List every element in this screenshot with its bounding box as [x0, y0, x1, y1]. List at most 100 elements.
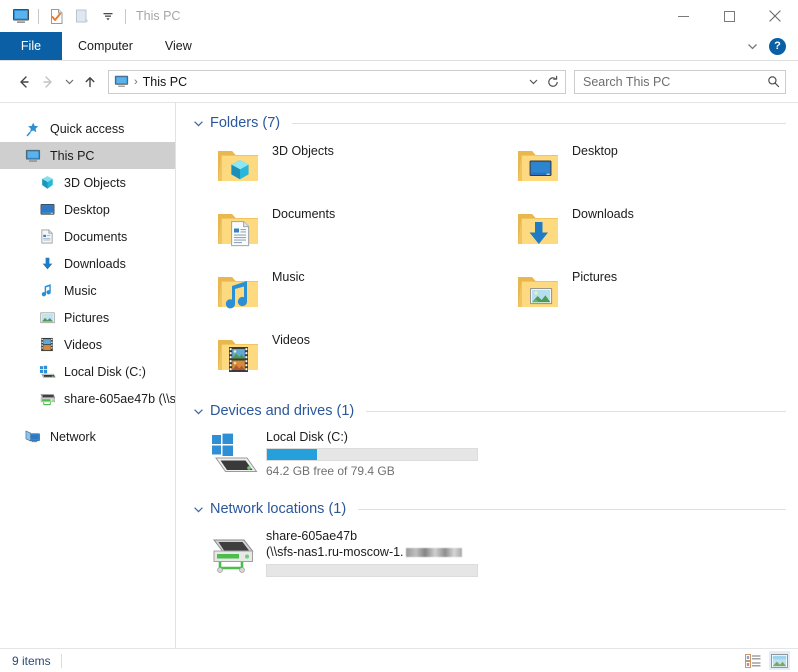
folder-item-downloads[interactable]: Downloads: [492, 202, 792, 265]
sidebar-item-pictures[interactable]: Pictures: [0, 304, 175, 331]
forward-button: [36, 70, 60, 94]
network-location-info: share-605ae47b (\\sfs-nas1.ru-moscow-1.: [266, 525, 478, 577]
drive-capacity-bar: [266, 448, 478, 461]
search-box[interactable]: Search This PC: [574, 69, 786, 94]
this-pc-monitor-icon: [8, 3, 34, 29]
sidebar-item-network[interactable]: Network: [0, 423, 175, 450]
network-location-item-share-605ae47b[interactable]: share-605ae47b (\\sfs-nas1.ru-moscow-1.: [192, 525, 790, 587]
sidebar-item-music[interactable]: Music: [0, 277, 175, 304]
quick-access-toolbar: This PC: [0, 3, 180, 29]
section-rule: [292, 122, 786, 124]
picture-icon: [36, 308, 58, 328]
refresh-button[interactable]: [543, 71, 563, 93]
large-icons-view-button[interactable]: [769, 651, 790, 670]
back-button[interactable]: [12, 70, 36, 94]
sidebar-label: 3D Objects: [64, 175, 126, 190]
sidebar-item-downloads[interactable]: Downloads: [0, 250, 175, 277]
chevron-down-icon[interactable]: [192, 406, 204, 417]
sidebar-item-videos[interactable]: Videos: [0, 331, 175, 358]
section-header-folders[interactable]: Folders (7): [192, 111, 790, 135]
drive-name: Local Disk (C:): [266, 430, 348, 444]
folder-downloads-icon: [514, 204, 562, 252]
close-button[interactable]: [752, 0, 798, 32]
sidebar-item-3d-objects[interactable]: 3D Objects: [0, 169, 175, 196]
folder-label: Videos: [272, 333, 310, 347]
section-title: Devices and drives (1): [210, 403, 355, 419]
download-arrow-icon: [36, 254, 58, 274]
up-button[interactable]: [78, 70, 102, 94]
windows-hard-drive-icon: [208, 433, 260, 481]
drive-item-local-disk-c[interactable]: Local Disk (C:) 64.2 GB free of 79.4 GB: [192, 427, 790, 489]
desktop-icon: [36, 200, 58, 220]
star-pin-icon: [22, 119, 44, 139]
folder-item-documents[interactable]: Documents: [192, 202, 492, 265]
sidebar-item-share-605ae47b[interactable]: share-605ae47b (\\s: [0, 385, 175, 412]
file-list-pane[interactable]: Folders (7) 3D Objects Desktop Documents…: [176, 103, 798, 648]
network-location-path-text: (\\sfs-nas1.ru-moscow-1.: [266, 545, 404, 559]
minimize-button[interactable]: [660, 0, 706, 32]
status-divider: [60, 653, 62, 668]
maximize-button[interactable]: [706, 0, 752, 32]
chevron-down-icon[interactable]: [192, 504, 204, 515]
folder-label: Music: [272, 270, 305, 284]
breadcrumb-item-this-pc[interactable]: This PC: [143, 75, 187, 89]
toolbar-divider-2: [125, 8, 126, 24]
sidebar-item-desktop[interactable]: Desktop: [0, 196, 175, 223]
sidebar-item-quick-access[interactable]: Quick access: [0, 115, 175, 142]
sidebar-item-local-disk-c[interactable]: Local Disk (C:): [0, 358, 175, 385]
sidebar-label: Videos: [64, 337, 102, 352]
main-area: Quick access This PC 3D Objects Desktop …: [0, 103, 798, 648]
search-input[interactable]: Search This PC: [583, 75, 765, 89]
address-dropdown-chevron-icon[interactable]: [523, 71, 543, 93]
sidebar-item-this-pc[interactable]: This PC: [0, 142, 175, 169]
customize-qat-chevron-icon[interactable]: [95, 3, 121, 29]
window-title: This PC: [136, 9, 181, 23]
sidebar-item-documents[interactable]: Documents: [0, 223, 175, 250]
folder-item-desktop[interactable]: Desktop: [492, 139, 792, 202]
section-rule: [358, 508, 786, 510]
sidebar-label: Desktop: [64, 202, 110, 217]
sidebar-label: This PC: [50, 148, 95, 163]
section-title: Network locations (1): [210, 501, 347, 517]
status-bar: 9 items: [0, 648, 798, 672]
new-folder-icon[interactable]: [69, 3, 95, 29]
tab-computer[interactable]: Computer: [62, 32, 149, 60]
sidebar-label: Downloads: [64, 256, 126, 271]
details-view-button[interactable]: [742, 651, 763, 670]
folder-item-pictures[interactable]: Pictures: [492, 265, 792, 328]
folders-grid: 3D Objects Desktop Documents Downloads M…: [192, 139, 790, 391]
document-icon: [36, 227, 58, 247]
network-capacity-bar: [266, 564, 478, 577]
folder-label: Desktop: [572, 144, 618, 158]
folder-item-3d-objects[interactable]: 3D Objects: [192, 139, 492, 202]
ribbon-right-controls: ?: [743, 32, 798, 60]
folder-item-videos[interactable]: Videos: [192, 328, 492, 391]
recent-locations-chevron-icon[interactable]: [60, 70, 78, 94]
navigation-pane[interactable]: Quick access This PC 3D Objects Desktop …: [0, 103, 176, 648]
network-location-name: share-605ae47b: [266, 529, 358, 543]
section-header-network-locations[interactable]: Network locations (1): [192, 497, 790, 521]
chevron-down-icon[interactable]: [192, 118, 204, 129]
breadcrumb-this-pc-icon[interactable]: [114, 74, 129, 89]
sidebar-label: Network: [50, 429, 96, 444]
address-input[interactable]: › This PC: [108, 69, 566, 94]
ribbon-tab-bar: File Computer View ?: [0, 32, 798, 61]
magnifier-icon: [765, 75, 781, 88]
drive-info: Local Disk (C:) 64.2 GB free of 79.4 GB: [266, 427, 478, 478]
tab-view[interactable]: View: [149, 32, 208, 60]
folder-item-music[interactable]: Music: [192, 265, 492, 328]
sidebar-label: Local Disk (C:): [64, 364, 146, 379]
section-header-devices-and-drives[interactable]: Devices and drives (1): [192, 399, 790, 423]
folder-documents-icon: [214, 204, 262, 252]
address-bar-actions: [523, 71, 563, 93]
section-title: Folders (7): [210, 115, 281, 131]
monitor-icon: [22, 146, 44, 166]
help-button[interactable]: ?: [769, 37, 786, 55]
title-bar: This PC: [0, 0, 798, 32]
network-location-path: (\\sfs-nas1.ru-moscow-1.: [266, 544, 478, 560]
drive-capacity-text: 64.2 GB free of 79.4 GB: [266, 464, 395, 478]
tab-file[interactable]: File: [0, 32, 62, 60]
properties-checkmark-icon[interactable]: [43, 3, 69, 29]
sidebar-label: Documents: [64, 229, 128, 244]
expand-ribbon-chevron-icon[interactable]: [743, 37, 761, 55]
